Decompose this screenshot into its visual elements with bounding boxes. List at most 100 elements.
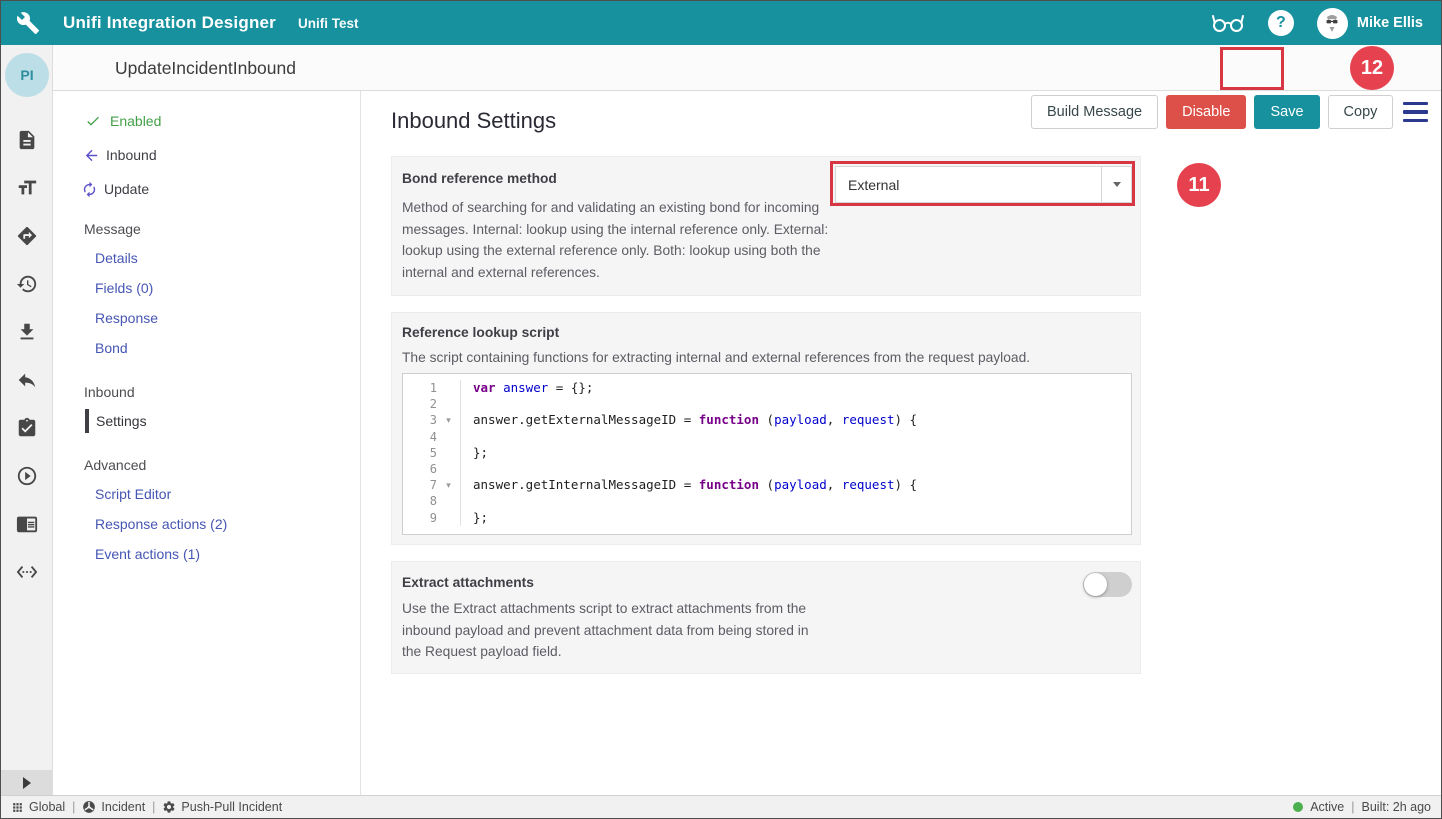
extract-attachments-toggle[interactable] [1083,572,1132,597]
save-button[interactable]: Save [1254,95,1319,129]
status-bar-right: Active | Built: 2h ago [1293,800,1431,814]
nav-item-settings[interactable]: Settings [96,411,147,431]
document-header: UpdateIncidentInbound Build Message Disa… [1,45,1441,91]
workspace-name[interactable]: Unifi Test [298,16,359,31]
code-text [461,461,473,477]
disable-button[interactable]: Disable [1166,95,1246,129]
fold-arrow-icon[interactable]: ▾ [437,477,461,493]
application-label: Incident [101,800,145,814]
fold-gutter [437,493,461,509]
bond-reference-dropdown[interactable]: External [835,166,1132,203]
icon-rail [1,45,53,797]
scope-item[interactable]: Global [11,800,65,814]
nav-item-event-actions[interactable]: Event actions (1) [95,544,200,564]
message-type-label: Update [104,179,149,199]
collapse-sidebar-button[interactable] [1,770,52,796]
code-line: 7▾answer.getInternalMessageID = function… [403,477,1131,493]
code-text [461,429,473,445]
nav-panel: Enabled Inbound Update Message Details F… [53,91,361,797]
wrench-icon [16,11,40,35]
code-text: var answer = {}; [461,380,593,396]
separator: | [152,800,155,814]
help-icon[interactable]: ? [1268,10,1294,36]
nav-item-fields[interactable]: Fields (0) [95,278,153,298]
fold-gutter [437,445,461,461]
code-text [461,493,473,509]
play-circle-icon[interactable] [16,465,38,487]
action-buttons: Build Message Disable Save Copy [1031,95,1393,129]
line-number: 5 [403,445,437,461]
built-label: Built: 2h ago [1362,800,1432,814]
annotation-step-12: 12 [1350,46,1394,90]
nav-item-details[interactable]: Details [95,248,138,268]
code-line: 5}; [403,445,1131,461]
copy-button[interactable]: Copy [1328,95,1394,129]
menu-icon[interactable] [1403,102,1428,122]
top-bar-actions: ? Mike Ellis [1211,8,1423,39]
extract-attachments-card: Extract attachments Use the Extract atta… [391,561,1141,674]
incident-icon [82,800,96,814]
extract-attachments-description: Use the Extract attachments script to ex… [402,598,827,663]
dropdown-caret-box[interactable] [1101,167,1131,202]
dropdown-selected-value: External [836,177,1101,193]
line-number: 1 [403,380,437,396]
code-line: 9}; [403,510,1131,526]
enabled-status-label: Enabled [110,111,161,131]
task-check-icon[interactable] [16,417,38,439]
nav-item-script-editor[interactable]: Script Editor [95,484,171,504]
build-message-button[interactable]: Build Message [1031,95,1158,129]
document-icon[interactable] [16,129,38,151]
nav-status-direction: Inbound [83,145,157,165]
process-avatar: PI [5,53,49,97]
separator: | [1351,800,1354,814]
history-icon[interactable] [16,273,38,295]
page-heading: Inbound Settings [391,108,556,134]
fold-arrow-icon[interactable]: ▾ [437,412,461,428]
user-menu[interactable]: Mike Ellis [1317,8,1423,39]
code-text: }; [461,445,488,461]
glasses-icon[interactable] [1211,11,1245,35]
directions-icon[interactable] [16,225,38,247]
selected-indicator [85,409,89,433]
code-icon[interactable] [16,561,38,583]
scope-label: Global [29,800,65,814]
text-format-icon[interactable] [16,177,38,199]
process-item[interactable]: Push-Pull Incident [162,800,282,814]
reply-icon[interactable] [16,369,38,391]
separator: | [72,800,75,814]
code-line: 8 [403,493,1131,509]
nav-item-response[interactable]: Response [95,308,158,328]
fold-gutter [437,429,461,445]
download-icon[interactable] [16,321,38,343]
fold-gutter [437,510,461,526]
code-text: answer.getInternalMessageID = function (… [461,477,917,493]
code-line: 4 [403,429,1131,445]
fold-gutter [437,396,461,412]
code-text: answer.getExternalMessageID = function (… [461,412,917,428]
check-icon [85,113,101,129]
line-number: 8 [403,493,437,509]
knowledge-book-icon[interactable] [16,513,38,535]
fold-gutter [437,461,461,477]
status-bar: Global | Incident | Push-Pull Incident A… [1,795,1441,818]
nav-status-message-type: Update [81,179,149,199]
nav-item-response-actions[interactable]: Response actions (2) [95,514,227,534]
code-line: 3▾answer.getExternalMessageID = function… [403,412,1131,428]
code-lines: 1 var answer = {}; 23▾answer.getExternalMe… [403,380,1131,526]
refresh-icon [81,181,98,198]
line-number: 2 [403,396,437,412]
reference-lookup-label: Reference lookup script [402,325,559,340]
code-line: 1 var answer = {}; [403,380,1131,396]
user-avatar [1317,8,1348,39]
grid-icon [11,801,24,814]
code-line: 2 [403,396,1131,412]
bond-reference-label: Bond reference method [402,171,557,186]
nav-section-message: Message [84,219,141,239]
bond-reference-card: Bond reference method Method of searchin… [391,156,1141,296]
line-number: 4 [403,429,437,445]
code-editor[interactable]: 1 var answer = {}; 23▾answer.getExternalMe… [402,373,1132,535]
chevron-down-icon [1113,182,1121,187]
nav-item-bond[interactable]: Bond [95,338,128,358]
toggle-knob [1084,573,1107,596]
application-item[interactable]: Incident [82,800,145,814]
